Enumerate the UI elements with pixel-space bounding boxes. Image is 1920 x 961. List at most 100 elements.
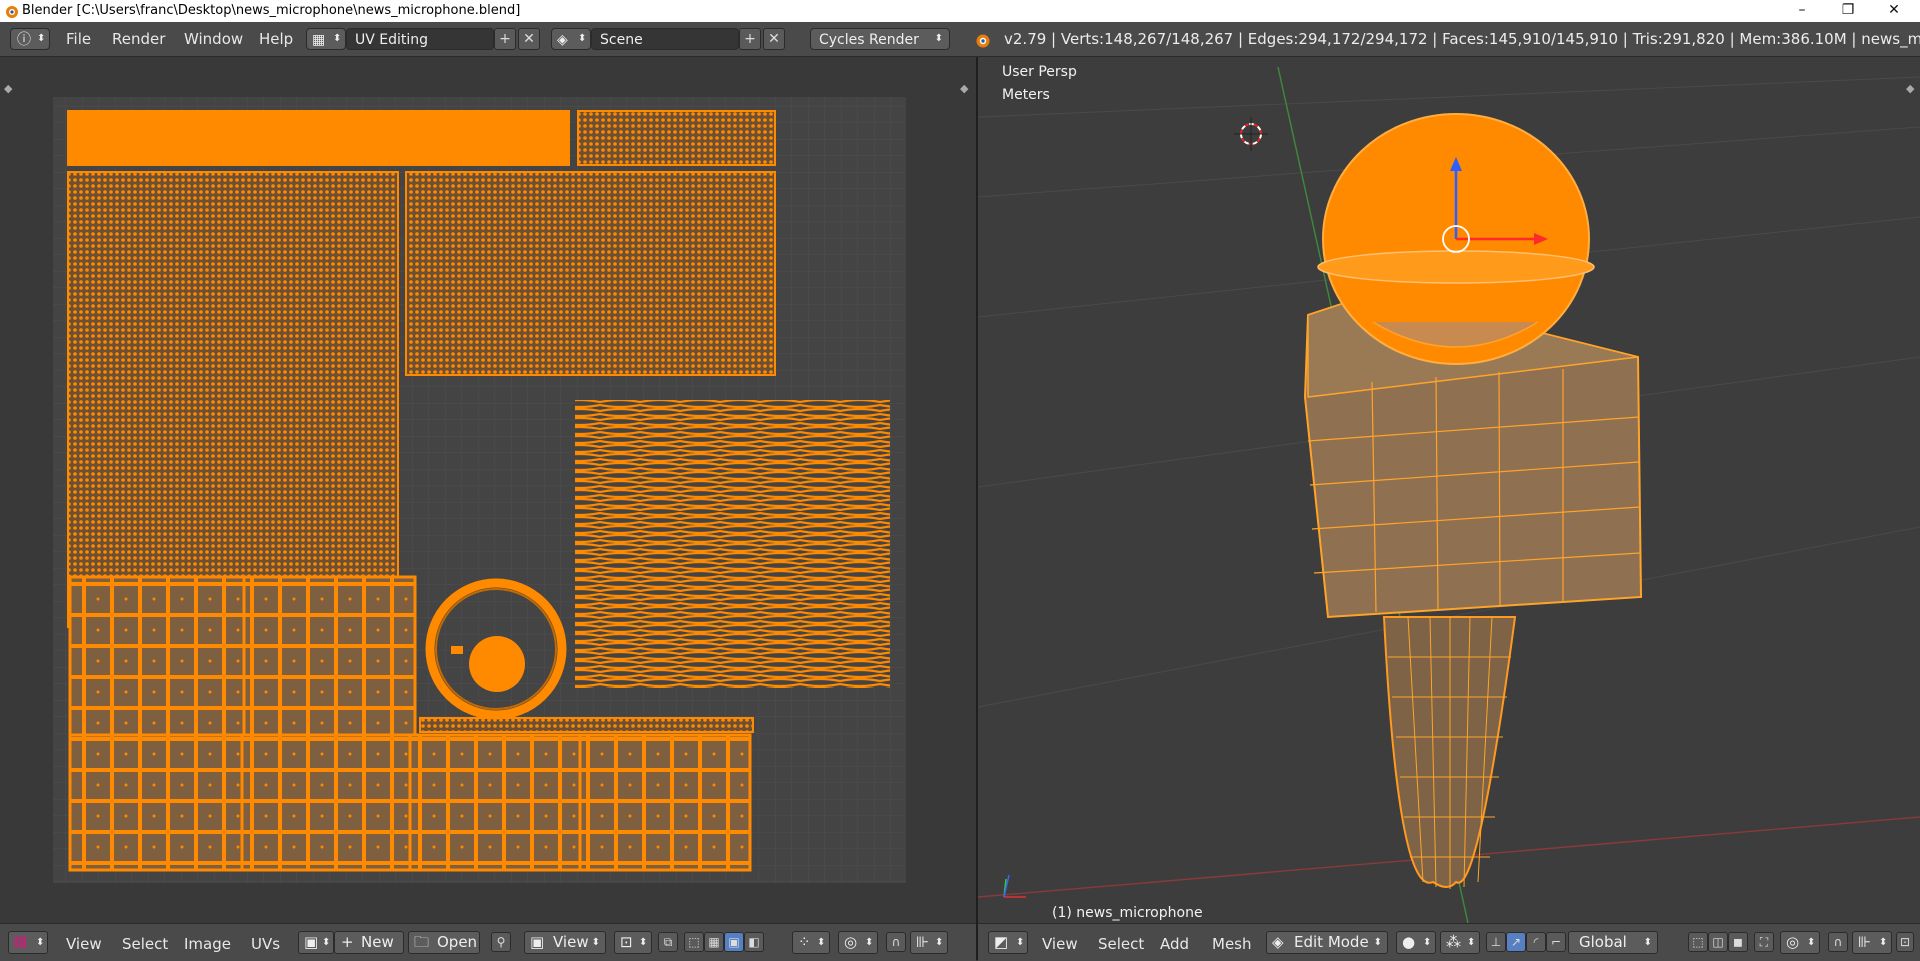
info-icon: ⓘ: [17, 32, 31, 48]
pivot-point-dropdown[interactable]: ⁂ ⬍: [1440, 931, 1480, 954]
add-scene-button[interactable]: +: [739, 28, 761, 50]
snap-element-icon: ⊪: [916, 933, 930, 951]
delete-layout-button[interactable]: ✕: [518, 28, 540, 50]
sticky-icon: ⁘: [798, 933, 811, 951]
view-name-label: User Persp: [1002, 64, 1077, 80]
window-title: Blender [C:\Users\franc\Desktop\news_mic…: [22, 3, 521, 18]
restore-button[interactable]: ❐: [1828, 0, 1868, 22]
limit-selection-icon[interactable]: ⛶: [1754, 932, 1774, 952]
face-select-icon[interactable]: ▣: [724, 932, 744, 952]
blender-logo-icon: [6, 6, 18, 18]
scene-selector[interactable]: ◈ ⬍: [551, 28, 591, 50]
scale-manipulator-icon[interactable]: ⌐: [1546, 932, 1566, 952]
new-image-label: New: [361, 933, 394, 951]
region-expand-icon[interactable]: ◆: [4, 82, 13, 95]
image-icon: ▣: [304, 933, 319, 951]
proportional-icon: ◎: [1786, 933, 1800, 951]
scene-statistics: v2.79 | Verts:148,267/148,267 | Edges:29…: [1004, 30, 1920, 48]
face-select-icon[interactable]: ◼: [1728, 932, 1748, 952]
minimize-button[interactable]: –: [1782, 0, 1822, 22]
edit-mode-icon: ◈: [1272, 933, 1284, 951]
mode-dropdown[interactable]: ◈ Edit Mode ⬍: [1266, 931, 1388, 954]
folder-icon: 🗀: [414, 933, 430, 951]
proportional-edit-dropdown[interactable]: ◎ ⬍: [838, 931, 878, 954]
delete-scene-button[interactable]: ✕: [763, 28, 785, 50]
edge-select-icon[interactable]: ▦: [704, 932, 724, 952]
info-header: ⓘ ⬍ File Render Window Help ▦ ⬍ UV Editi…: [0, 22, 1920, 57]
uv-menu-view[interactable]: View: [66, 935, 102, 953]
render-preview-icon[interactable]: ⊡: [1896, 932, 1914, 952]
open-image-label: Open: [437, 933, 478, 951]
layout-selector[interactable]: ▦ ⬍: [306, 28, 346, 50]
snap-icon[interactable]: ∩: [886, 932, 906, 952]
blender-logo-icon: [976, 34, 990, 48]
region-expand-right-icon[interactable]: ◆: [960, 82, 969, 95]
3d-viewport[interactable]: ◆ User Persp Meters (1) news_microphone: [978, 57, 1920, 923]
menu-render[interactable]: Render: [112, 30, 165, 48]
uv-image-editor[interactable]: ◆ ◆: [0, 57, 976, 923]
menu-help[interactable]: Help: [259, 30, 293, 48]
snap-element-dropdown[interactable]: ⊪ ⬍: [910, 931, 948, 954]
rotate-manipulator-icon[interactable]: ◜: [1526, 932, 1546, 952]
3d-menu-mesh[interactable]: Mesh: [1212, 935, 1252, 953]
microphone-mesh: [1303, 113, 1643, 889]
units-label: Meters: [1002, 87, 1050, 103]
translate-manipulator-icon[interactable]: ↗: [1506, 932, 1526, 952]
island-select-icon[interactable]: ◧: [744, 932, 764, 952]
pivot-icon: ⊡: [620, 933, 633, 951]
3d-menu-select[interactable]: Select: [1098, 935, 1144, 953]
proportional-edit-dropdown[interactable]: ◎ ⬍: [1780, 931, 1820, 954]
3d-view-icon: ◩: [994, 933, 1009, 951]
region-expand-tools-icon[interactable]: ◆: [1906, 82, 1915, 95]
close-window-button[interactable]: ✕: [1874, 0, 1914, 22]
uv-menu-image[interactable]: Image: [184, 935, 231, 953]
uv-editor-header: ▤ ⬍ View Select Image UVs ▣ ⬍ + New 🗀 Open …: [0, 923, 976, 961]
mode-label: Edit Mode: [1294, 933, 1369, 951]
image-editor-icon: ▤: [14, 934, 28, 950]
snap-icon[interactable]: ∩: [1828, 932, 1848, 952]
uv-menu-select[interactable]: Select: [122, 935, 168, 953]
pivot-icon: ⁂: [1446, 933, 1461, 951]
pivot-dropdown[interactable]: ⊡ ⬍: [614, 931, 652, 954]
3d-menu-view[interactable]: View: [1042, 935, 1078, 953]
snap-element-icon: ⊪: [1858, 933, 1872, 951]
edge-select-icon[interactable]: ◫: [1708, 932, 1728, 952]
shading-dropdown[interactable]: ● ⬍: [1396, 931, 1436, 954]
manipulator-toggle-icon[interactable]: ⊥: [1486, 932, 1506, 952]
view-mode-label: View: [553, 933, 589, 951]
solid-shading-icon: ●: [1402, 933, 1416, 951]
scene-icon: ◈: [557, 32, 568, 48]
menu-window[interactable]: Window: [184, 30, 243, 48]
active-object-label: (1) news_microphone: [1052, 905, 1203, 921]
vertex-select-icon[interactable]: ⬚: [1688, 932, 1708, 952]
orientation-dropdown[interactable]: Global ⬍: [1568, 931, 1658, 954]
3d-view-header: ◩ ⬍ View Select Add Mesh ◈ Edit Mode ⬍ ●…: [978, 923, 1920, 961]
editor-type-button[interactable]: ⓘ ⬍: [10, 28, 50, 50]
uv-editor-type-button[interactable]: ▤ ⬍: [8, 931, 48, 954]
new-image-button[interactable]: + New: [334, 931, 404, 954]
layout-icon: ▦: [312, 32, 326, 48]
pin-icon[interactable]: ⚲: [491, 932, 511, 952]
3d-cursor-icon[interactable]: [1234, 117, 1268, 151]
uv-menu-uvs[interactable]: UVs: [251, 935, 280, 953]
orientation-label: Global: [1579, 933, 1627, 951]
vertex-select-icon[interactable]: ⬚: [684, 932, 704, 952]
3d-menu-add[interactable]: Add: [1160, 935, 1189, 953]
window-titlebar: Blender [C:\Users\franc\Desktop\news_mic…: [0, 0, 1920, 22]
view-mode-dropdown[interactable]: ▣ View ⬍: [524, 931, 606, 954]
render-engine-dropdown[interactable]: Cycles Render ⬍: [810, 28, 950, 50]
plus-icon: +: [341, 933, 354, 951]
add-layout-button[interactable]: +: [494, 28, 516, 50]
sticky-mode-dropdown[interactable]: ⁘ ⬍: [792, 931, 830, 954]
scene-name-field[interactable]: Scene: [591, 28, 739, 50]
sync-selection-icon[interactable]: ⧉: [658, 932, 678, 952]
layout-name-field[interactable]: UV Editing: [346, 28, 494, 50]
proportional-icon: ◎: [844, 933, 858, 951]
image-browse-button[interactable]: ▣ ⬍: [298, 931, 334, 954]
render-engine-label: Cycles Render: [819, 32, 919, 48]
open-image-button[interactable]: 🗀 Open: [408, 931, 480, 954]
view-icon: ▣: [530, 933, 545, 951]
menu-file[interactable]: File: [66, 30, 91, 48]
3d-editor-type-button[interactable]: ◩ ⬍: [988, 931, 1028, 954]
snap-element-dropdown[interactable]: ⊪ ⬍: [1852, 931, 1892, 954]
